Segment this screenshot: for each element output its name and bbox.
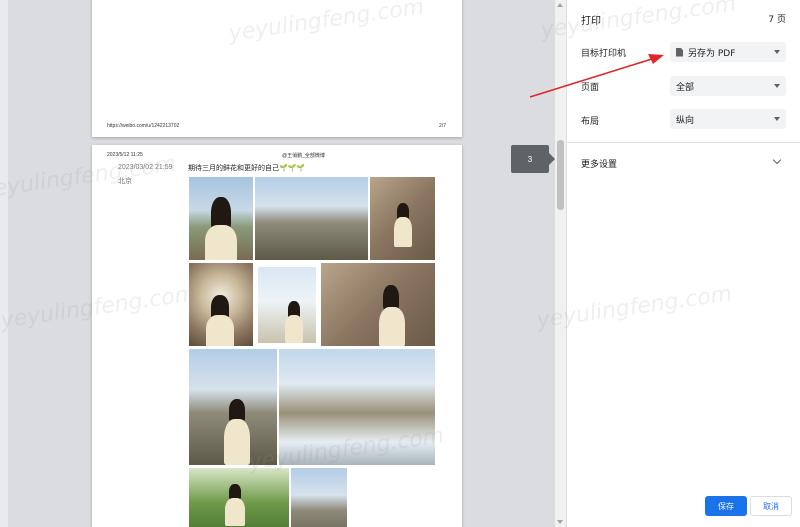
panel-divider: [567, 142, 800, 143]
post-photo: [189, 349, 277, 465]
print-settings-panel: 打印 7 页 目标打印机 另存为 PDF 页面 全部 布局 纵向 更多设置 保存…: [566, 0, 800, 527]
scroll-down-arrow-icon[interactable]: [557, 520, 563, 524]
preview-page-3: 2023/5/12 11:25 @王俏鹏_全部微博 2023/03/02 21:…: [92, 145, 462, 527]
page-footer-number: 2/7: [439, 123, 446, 129]
preview-scrollbar[interactable]: [555, 0, 566, 527]
post-photo: [255, 177, 368, 260]
post-photo: [189, 468, 289, 527]
post-text-content: 期待三月的鲜花和更好的自己: [188, 165, 279, 172]
cancel-button[interactable]: 取消: [750, 496, 792, 516]
pages-select[interactable]: 全部: [670, 76, 786, 96]
pages-label: 页面: [581, 83, 600, 93]
post-photo: [279, 349, 435, 465]
destination-select[interactable]: 另存为 PDF: [670, 42, 786, 62]
caret-down-icon: [774, 84, 780, 88]
post-photo: [258, 267, 316, 343]
page-count: 7 页: [768, 15, 786, 25]
layout-value: 纵向: [676, 115, 695, 126]
post-date: 2023/03/02 21:59: [118, 164, 173, 171]
page-header-datetime: 2023/5/12 11:25: [107, 152, 143, 158]
post-location: 北京: [118, 178, 132, 185]
document-icon: [676, 47, 683, 57]
page-footer-url: https://weibo.com/u/1242213702: [107, 123, 180, 129]
layout-label: 布局: [581, 117, 600, 127]
caret-down-icon: [774, 117, 780, 121]
current-page-badge: 3: [511, 145, 555, 173]
more-settings-toggle[interactable]: 更多设置: [581, 157, 617, 170]
layout-select[interactable]: 纵向: [670, 109, 786, 129]
chevron-down-icon[interactable]: [772, 155, 782, 165]
caret-down-icon: [774, 50, 780, 54]
destination-value: 另存为 PDF: [688, 48, 736, 59]
post-text: 期待三月的鲜花和更好的自己🌱🌱🌱: [188, 163, 305, 173]
print-preview-area[interactable]: https://weibo.com/u/1242213702 2/7 2023/…: [0, 0, 566, 527]
destination-label: 目标打印机: [581, 49, 627, 59]
post-photo: [189, 263, 253, 346]
panel-title: 打印: [581, 16, 601, 27]
scroll-thumb[interactable]: [557, 140, 564, 210]
post-emoji: 🌱🌱🌱: [279, 165, 306, 172]
preview-left-strip: [0, 0, 8, 527]
scroll-up-arrow-icon[interactable]: [557, 3, 563, 7]
post-photo: [189, 177, 253, 260]
post-photo: [321, 263, 435, 346]
post-photo: [291, 468, 347, 527]
pages-value: 全部: [676, 82, 695, 93]
save-button[interactable]: 保存: [705, 496, 747, 516]
preview-page-2: https://weibo.com/u/1242213702 2/7: [92, 0, 462, 137]
post-photo: [370, 177, 435, 260]
page-header-author: @王俏鹏_全部微博: [282, 153, 325, 159]
